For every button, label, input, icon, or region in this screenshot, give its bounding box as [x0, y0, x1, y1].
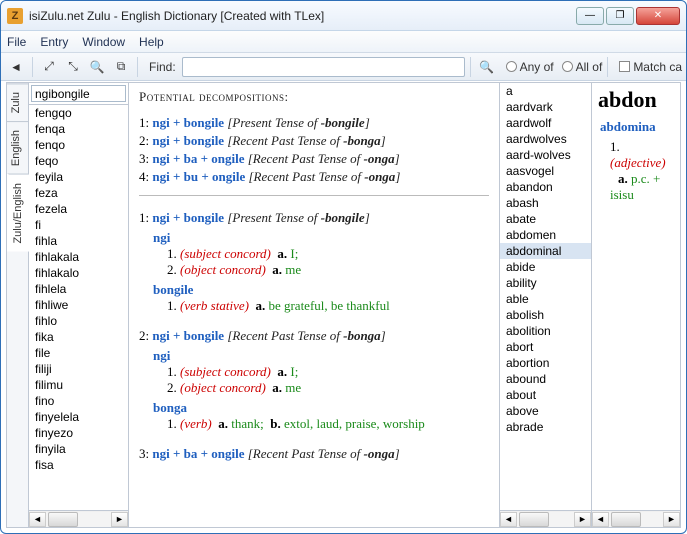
list-item[interactable]: abash	[500, 195, 591, 211]
matchcase-checkbox[interactable]: Match ca	[619, 60, 682, 74]
decomp-summary-line[interactable]: 3: ngi + ba + ongile [Recent Past Tense …	[139, 151, 489, 167]
list-item[interactable]: feyila	[29, 169, 128, 185]
left-search-input[interactable]	[31, 85, 126, 102]
minimize-button[interactable]: —	[576, 7, 604, 25]
list-item[interactable]: abide	[500, 259, 591, 275]
list-item[interactable]: able	[500, 291, 591, 307]
list-item[interactable]: fihlo	[29, 313, 128, 329]
menu-help[interactable]: Help	[139, 35, 164, 49]
list-item[interactable]: file	[29, 345, 128, 361]
list-item[interactable]: abolition	[500, 323, 591, 339]
app-icon: Z	[7, 8, 23, 24]
list-item[interactable]: fihlakalo	[29, 265, 128, 281]
list-item[interactable]: aardwolf	[500, 115, 591, 131]
right-wordlist-column: aaardvarkaardwolfaardwolvesaard-wolvesaa…	[500, 83, 592, 527]
list-item[interactable]: fezela	[29, 201, 128, 217]
list-item[interactable]: abrade	[500, 419, 591, 435]
tab-zulu[interactable]: Zulu	[7, 83, 28, 121]
list-item[interactable]: a	[500, 83, 591, 99]
close-button[interactable]: ✕	[636, 7, 680, 25]
list-item[interactable]: fihla	[29, 233, 128, 249]
decomp-detail-block: 2: ngi + bongile [Recent Past Tense of -…	[139, 328, 489, 432]
list-item[interactable]: fisa	[29, 457, 128, 473]
list-item[interactable]: finyila	[29, 441, 128, 457]
menu-file[interactable]: File	[7, 35, 26, 49]
center-column: Potential decompositions: 1: ngi + bongi…	[129, 83, 500, 527]
back-button[interactable]: ◄	[5, 56, 27, 78]
right-b-hscroll[interactable]: ◄►	[592, 510, 680, 527]
vertical-tabs: Zulu English Zulu/English	[7, 83, 29, 527]
zoom-out-button[interactable]: ⤢	[38, 56, 60, 78]
decomp-heading: Potential decompositions:	[139, 89, 489, 105]
definition-column: abdon abdomina 1. (adjective) a. p.c. + …	[592, 83, 680, 527]
allof-radio[interactable]: All of	[562, 60, 603, 74]
list-item[interactable]: fino	[29, 393, 128, 409]
left-hscroll[interactable]: ◄►	[29, 510, 128, 527]
definition-body: abdomina 1. (adjective) a. p.c. + isisu	[592, 115, 680, 510]
decomposition-panel[interactable]: Potential decompositions: 1: ngi + bongi…	[129, 83, 499, 527]
list-item[interactable]: abdomen	[500, 227, 591, 243]
list-item[interactable]: aardvark	[500, 99, 591, 115]
anyof-radio[interactable]: Any of	[506, 60, 554, 74]
list-item[interactable]: abdominal	[500, 243, 591, 259]
find-go-button[interactable]: 🔍	[476, 56, 498, 78]
find-input[interactable]	[182, 57, 465, 77]
list-item[interactable]: fihlela	[29, 281, 128, 297]
list-item[interactable]: above	[500, 403, 591, 419]
search-icon[interactable]: 🔍	[86, 56, 108, 78]
maximize-button[interactable]: ❐	[606, 7, 634, 25]
list-item[interactable]: abortion	[500, 355, 591, 371]
list-item[interactable]: ability	[500, 275, 591, 291]
list-item[interactable]: abort	[500, 339, 591, 355]
toolbar: ◄ ⤢ ⤡ 🔍 ⧉ Find: 🔍 Any of All of Match ca	[1, 53, 686, 81]
list-item[interactable]: about	[500, 387, 591, 403]
list-item[interactable]: finyezo	[29, 425, 128, 441]
find-label: Find:	[149, 60, 176, 74]
tab-english[interactable]: English	[7, 121, 28, 174]
workspace: Zulu English Zulu/English fengqofenqafen…	[6, 82, 681, 528]
list-item[interactable]: fihlakala	[29, 249, 128, 265]
list-item[interactable]: fengqo	[29, 105, 128, 121]
list-item[interactable]: abolish	[500, 307, 591, 323]
tab-zulu-english[interactable]: Zulu/English	[7, 174, 29, 252]
list-item[interactable]: abate	[500, 211, 591, 227]
definition-headword: abdomina	[600, 119, 672, 135]
list-item[interactable]: abandon	[500, 179, 591, 195]
copy-button[interactable]: ⧉	[110, 56, 132, 78]
list-item[interactable]: finyelela	[29, 409, 128, 425]
menubar: File Entry Window Help	[1, 31, 686, 53]
right-a-hscroll[interactable]: ◄►	[500, 510, 591, 527]
list-item[interactable]: abound	[500, 371, 591, 387]
list-item[interactable]: aardwolves	[500, 131, 591, 147]
list-item[interactable]: fenqo	[29, 137, 128, 153]
menu-entry[interactable]: Entry	[40, 35, 68, 49]
zoom-in-button[interactable]: ⤡	[62, 56, 84, 78]
list-item[interactable]: fenqa	[29, 121, 128, 137]
titlebar: Z isiZulu.net Zulu - English Dictionary …	[1, 1, 686, 31]
list-item[interactable]: fihliwe	[29, 297, 128, 313]
left-wordlist[interactable]: fengqofenqafenqofeqofeyilafezafezelafifi…	[29, 105, 128, 510]
decomp-detail-block: 3: ngi + ba + ongile [Recent Past Tense …	[139, 446, 489, 462]
right-wordlist[interactable]: aaardvarkaardwolfaardwolvesaard-wolvesaa…	[500, 83, 591, 510]
decomp-summary-line[interactable]: 2: ngi + bongile [Recent Past Tense of -…	[139, 133, 489, 149]
list-item[interactable]: fika	[29, 329, 128, 345]
decomp-summary-line[interactable]: 4: ngi + bu + ongile [Recent Past Tense …	[139, 169, 489, 185]
list-item[interactable]: filimu	[29, 377, 128, 393]
window-title: isiZulu.net Zulu - English Dictionary [C…	[29, 9, 576, 23]
list-item[interactable]: feza	[29, 185, 128, 201]
list-item[interactable]: aard-wolves	[500, 147, 591, 163]
decomp-summary-line[interactable]: 1: ngi + bongile [Present Tense of -bong…	[139, 115, 489, 131]
menu-window[interactable]: Window	[82, 35, 125, 49]
definition-headword-large: abdon	[592, 83, 680, 115]
list-item[interactable]: aasvogel	[500, 163, 591, 179]
list-item[interactable]: feqo	[29, 153, 128, 169]
decomp-detail-block: 1: ngi + bongile [Present Tense of -bong…	[139, 210, 489, 314]
list-item[interactable]: filiji	[29, 361, 128, 377]
list-item[interactable]: fi	[29, 217, 128, 233]
left-column: fengqofenqafenqofeqofeyilafezafezelafifi…	[29, 83, 129, 527]
